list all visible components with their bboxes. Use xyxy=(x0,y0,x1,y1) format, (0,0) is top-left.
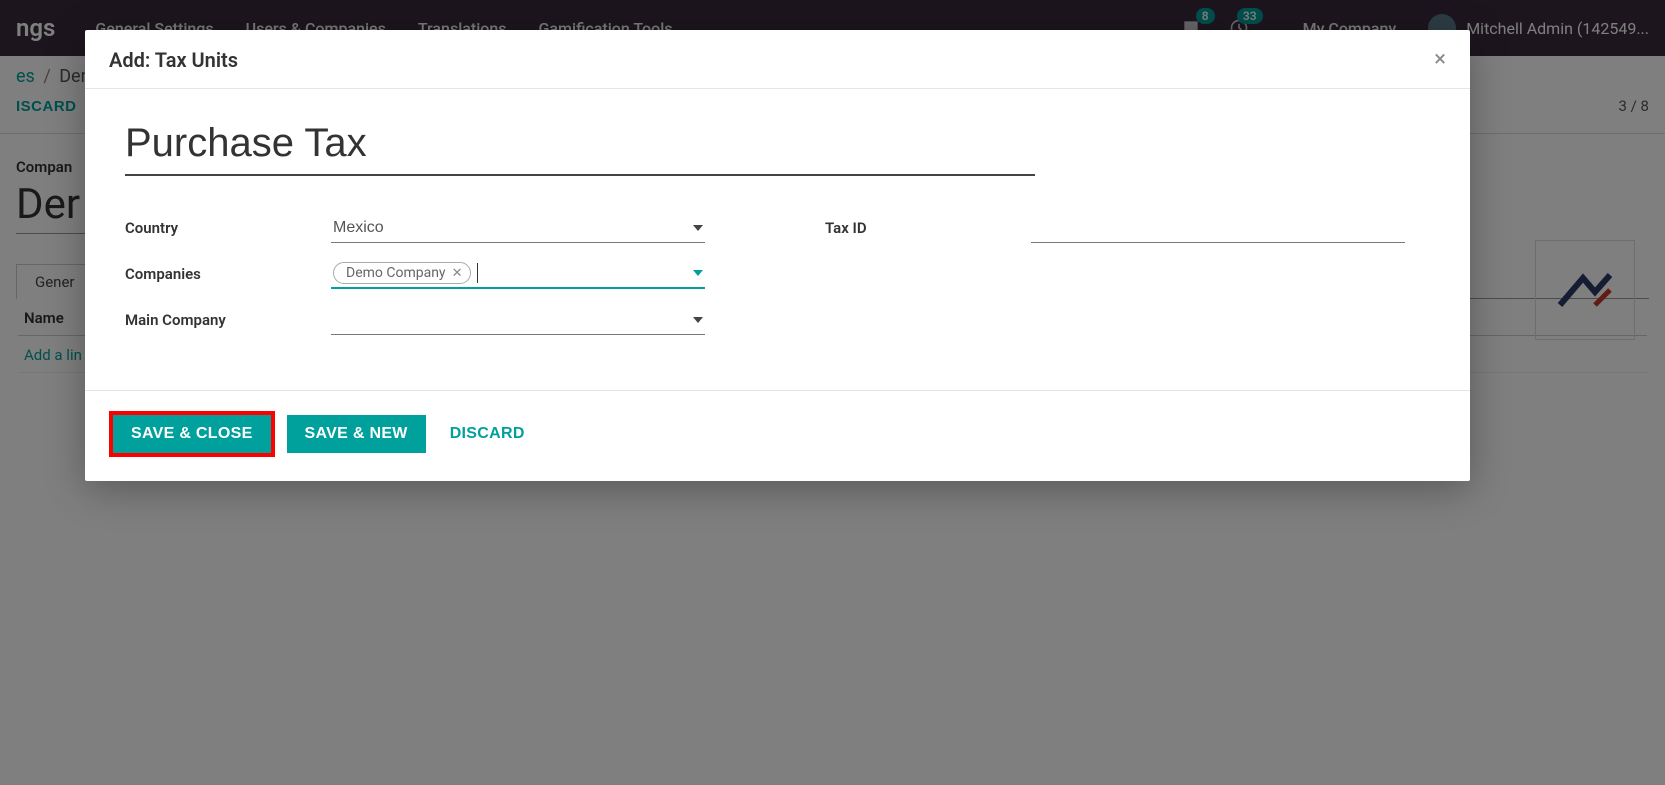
add-tax-units-modal: Add: Tax Units × Country Companies De xyxy=(85,30,1470,481)
save-new-button[interactable]: SAVE & NEW xyxy=(287,415,426,453)
modal-title: Add: Tax Units xyxy=(109,48,238,72)
company-tag-label: Demo Company xyxy=(346,265,446,281)
country-select[interactable] xyxy=(331,213,705,243)
country-input[interactable] xyxy=(333,219,687,237)
close-icon[interactable]: × xyxy=(1434,49,1446,71)
remove-tag-icon[interactable]: ✕ xyxy=(452,266,463,281)
field-companies: Companies Demo Company ✕ xyxy=(125,258,705,290)
companies-select[interactable]: Demo Company ✕ xyxy=(331,259,705,289)
tax-unit-name-input[interactable] xyxy=(125,117,1035,176)
country-label: Country xyxy=(125,219,331,237)
company-tag: Demo Company ✕ xyxy=(333,262,471,284)
tax-id-input-wrap[interactable] xyxy=(1031,213,1405,243)
chevron-down-icon xyxy=(693,317,703,323)
field-main-company: Main Company xyxy=(125,304,705,336)
companies-label: Companies xyxy=(125,265,331,283)
main-company-label: Main Company xyxy=(125,311,331,329)
tax-id-label: Tax ID xyxy=(825,219,1031,237)
modal-body: Country Companies Demo Company ✕ xyxy=(85,89,1470,390)
tax-id-input[interactable] xyxy=(1033,219,1403,237)
save-close-button[interactable]: SAVE & CLOSE xyxy=(109,411,275,457)
chevron-down-icon xyxy=(693,225,703,231)
main-company-input[interactable] xyxy=(333,311,687,329)
modal-header: Add: Tax Units × xyxy=(85,30,1470,89)
chevron-down-icon xyxy=(693,270,703,276)
main-company-select[interactable] xyxy=(331,305,705,335)
discard-button[interactable]: DISCARD xyxy=(438,415,537,453)
text-cursor xyxy=(477,263,478,283)
field-tax-id: Tax ID xyxy=(825,212,1405,244)
field-country: Country xyxy=(125,212,705,244)
modal-footer: SAVE & CLOSE SAVE & NEW DISCARD xyxy=(85,390,1470,481)
